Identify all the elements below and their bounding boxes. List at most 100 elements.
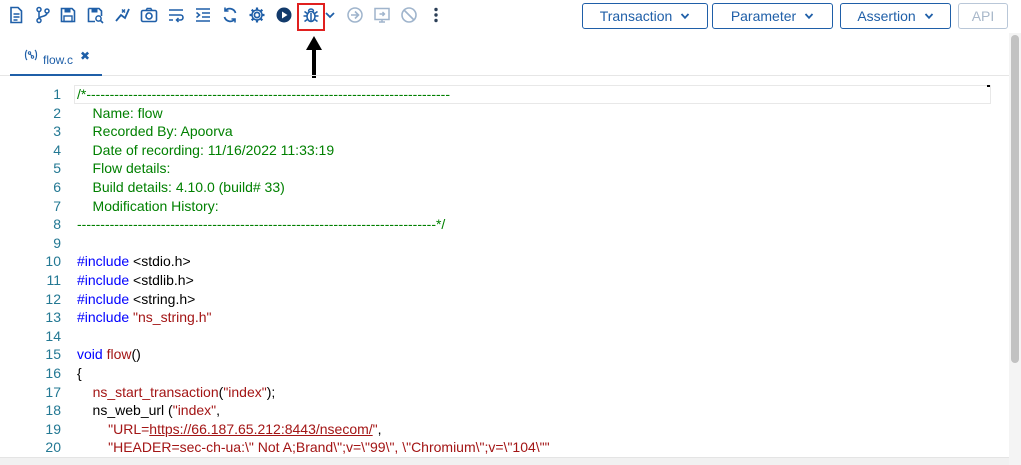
tab-flow-c[interactable]: flow.c ✖ bbox=[10, 42, 102, 76]
code-token: "index" bbox=[172, 402, 217, 419]
code-line[interactable]: 16 { bbox=[0, 364, 1000, 383]
parameter-button[interactable]: Parameter bbox=[712, 3, 833, 29]
save-as-icon[interactable] bbox=[86, 6, 104, 24]
code-token: ns_start_transaction bbox=[92, 383, 219, 400]
code-text: Recorded By: Apoorva bbox=[77, 122, 233, 141]
refresh-icon[interactable] bbox=[221, 6, 239, 24]
code-token: () bbox=[131, 346, 141, 363]
code-token: https://66.187.65.212:8443/nsecom/ bbox=[149, 420, 373, 437]
code-text: #include <stdio.h> bbox=[77, 252, 191, 271]
line-number: 17 bbox=[45, 383, 61, 400]
code-editor[interactable]: 1 /*-------------------------------------… bbox=[0, 85, 1021, 457]
code-text: #include <string.h> bbox=[77, 290, 195, 309]
wrap-icon[interactable] bbox=[167, 6, 185, 24]
route-icon[interactable] bbox=[113, 6, 131, 24]
code-line[interactable]: 6 Build details: 4.10.0 (build# 33) bbox=[0, 178, 1000, 197]
gear-icon[interactable] bbox=[248, 6, 266, 24]
code-line[interactable]: 1 /*-------------------------------------… bbox=[0, 85, 1000, 104]
line-number: 1 bbox=[53, 86, 61, 102]
code-line[interactable]: 11 #include <stdlib.h> bbox=[0, 271, 1000, 290]
more-vert-icon[interactable] bbox=[427, 6, 445, 24]
code-token: Build details: 4.10.0 (build# 33) bbox=[77, 179, 285, 195]
chevron-down-icon bbox=[924, 13, 933, 20]
code-token: Modification History: bbox=[77, 197, 219, 214]
code-token: "index" bbox=[223, 383, 267, 400]
transaction-button-label: Transaction bbox=[599, 8, 673, 24]
code-token: #include bbox=[77, 309, 130, 326]
stop-icon[interactable] bbox=[400, 6, 418, 24]
code-line[interactable]: 20 "HEADER=sec-ch-ua:\" Not A;Brand\";v=… bbox=[0, 438, 1000, 457]
code-line[interactable]: 3 Recorded By: Apoorva bbox=[0, 122, 1000, 141]
code-text: Build details: 4.10.0 (build# 33) bbox=[77, 178, 285, 197]
code-line[interactable]: 19 "URL=https://66.187.65.212:8443/nseco… bbox=[0, 420, 1000, 439]
code-line[interactable]: 8 ---------------------------------------… bbox=[0, 215, 1000, 234]
code-line[interactable]: 2 Name: flow bbox=[0, 104, 1000, 123]
code-token: Flow details: bbox=[77, 160, 171, 177]
code-token: <string.h> bbox=[129, 290, 196, 307]
transaction-button[interactable]: Transaction bbox=[582, 3, 708, 29]
file-icon[interactable] bbox=[7, 6, 25, 24]
indent-icon[interactable] bbox=[194, 6, 212, 24]
toolbar: Transaction Parameter Assertion API bbox=[0, 0, 1021, 33]
screen-icon[interactable] bbox=[373, 6, 391, 24]
code-token: #include bbox=[77, 290, 130, 307]
overview-ruler-marker bbox=[987, 85, 990, 87]
code-token: ----------------------------------------… bbox=[77, 216, 446, 233]
line-number: 20 bbox=[45, 439, 61, 456]
code-token: ns_web_url ( bbox=[77, 402, 173, 419]
code-line[interactable]: 13 #include "ns_string.h" bbox=[0, 308, 1000, 327]
line-number: 3 bbox=[53, 123, 61, 140]
line-number: 5 bbox=[53, 160, 61, 177]
tab-bar: flow.c ✖ bbox=[0, 33, 1021, 76]
code-text: #include <stdlib.h> bbox=[77, 271, 194, 290]
line-number: 18 bbox=[45, 402, 61, 419]
code-line[interactable]: 4 Date of recording: 11/16/2022 11:33:19 bbox=[0, 141, 1000, 160]
code-line[interactable]: 14 bbox=[0, 327, 1000, 346]
code-token: Name: flow bbox=[77, 104, 163, 121]
code-line[interactable]: 12 #include <string.h> bbox=[0, 290, 1000, 309]
line-number: 2 bbox=[53, 104, 61, 121]
api-button[interactable]: API bbox=[958, 3, 1008, 29]
play-icon[interactable] bbox=[275, 6, 293, 24]
chevron-down-icon bbox=[681, 13, 690, 20]
save-icon[interactable] bbox=[59, 6, 77, 24]
code-line[interactable]: 5 Flow details: bbox=[0, 159, 1000, 178]
code-token: <stdlib.h> bbox=[129, 272, 194, 288]
code-token: , bbox=[216, 402, 221, 419]
code-token: { bbox=[77, 365, 82, 381]
line-number: 13 bbox=[45, 309, 61, 326]
vertical-scrollbar[interactable] bbox=[1009, 33, 1021, 465]
close-icon[interactable]: ✖ bbox=[80, 49, 90, 63]
vertical-scrollbar-thumb[interactable] bbox=[1011, 35, 1019, 363]
code-token: flow bbox=[106, 346, 132, 363]
code-line[interactable]: 18 ns_web_url ("index", bbox=[0, 401, 1000, 420]
chevron-down-icon[interactable] bbox=[324, 9, 336, 21]
code-token: "HEADER=sec-ch-ua:\" Not A;Brand\";v=\"9… bbox=[108, 439, 550, 456]
code-token: void bbox=[77, 346, 103, 363]
code-token: Date of recording: 11/16/2022 11:33:19 bbox=[77, 141, 335, 158]
assertion-button[interactable]: Assertion bbox=[840, 3, 951, 29]
code-line[interactable]: 9 bbox=[0, 234, 1000, 253]
branch-icon[interactable] bbox=[34, 6, 52, 24]
chevron-down-icon bbox=[805, 13, 814, 20]
code-token: ); bbox=[266, 383, 276, 400]
step-icon[interactable] bbox=[346, 6, 364, 24]
code-line[interactable]: 17 ns_start_transaction("index"); bbox=[0, 383, 1000, 402]
code-text: void flow() bbox=[77, 345, 141, 364]
code-token: <stdio.h> bbox=[129, 253, 191, 270]
code-text: Date of recording: 11/16/2022 11:33:19 bbox=[77, 141, 335, 160]
code-line[interactable]: 15 void flow() bbox=[0, 345, 1000, 364]
line-number: 10 bbox=[45, 253, 61, 270]
flow-file-icon bbox=[24, 49, 38, 61]
assertion-button-label: Assertion bbox=[857, 8, 916, 24]
parameter-button-label: Parameter bbox=[730, 8, 797, 24]
line-number: 9 bbox=[53, 234, 61, 251]
code-line[interactable]: 7 Modification History: bbox=[0, 197, 1000, 216]
horizontal-scrollbar[interactable] bbox=[0, 457, 1009, 465]
code-text: "URL=https://66.187.65.212:8443/nsecom/"… bbox=[77, 420, 382, 439]
code-token: , bbox=[377, 420, 382, 437]
snapshot-icon[interactable] bbox=[140, 6, 158, 24]
code-line[interactable]: 10 #include <stdio.h> bbox=[0, 252, 1000, 271]
